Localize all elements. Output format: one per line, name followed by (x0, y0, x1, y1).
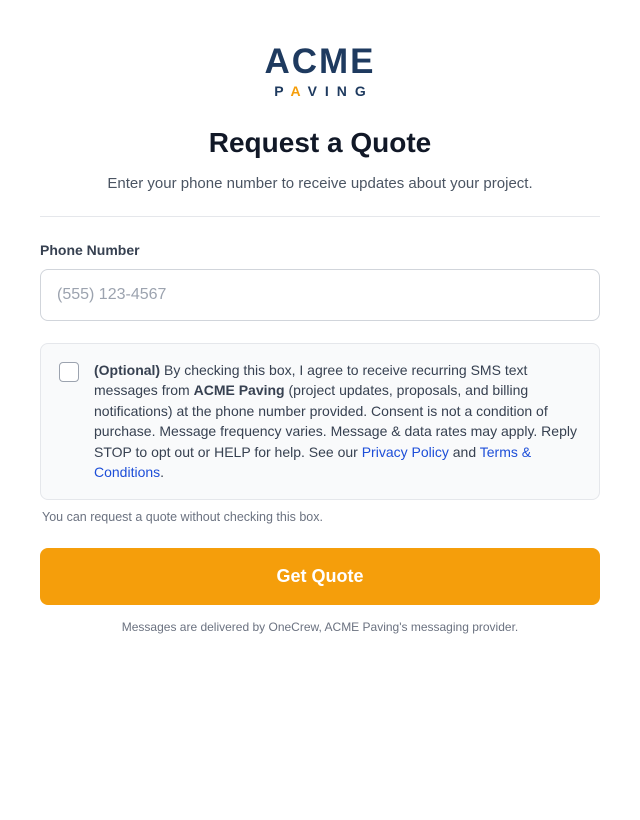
logo-subtitle: PAVING (40, 82, 600, 100)
privacy-policy-link[interactable]: Privacy Policy (362, 444, 449, 460)
sms-consent-checkbox[interactable] (59, 362, 79, 382)
logo-sub-accent: A (290, 83, 308, 99)
logo-sub-part: P (274, 83, 291, 99)
sms-consent-box: (Optional) By checking this box, I agree… (40, 343, 600, 501)
get-quote-button[interactable]: Get Quote (40, 548, 600, 606)
company-name: ACME Paving (193, 382, 285, 399)
acme-paving-logo: ACME PAVING (40, 44, 600, 100)
phone-number-label: Phone Number (40, 242, 140, 258)
page-title: Request a Quote (208, 127, 432, 158)
logo-wordmark: ACME (264, 42, 376, 81)
consent-text-part: and (448, 443, 480, 460)
consent-helper-text: You can request a quote without checking… (42, 510, 323, 525)
page-subtitle: Enter your phone number to receive updat… (107, 175, 533, 192)
logo-sub-part: VING (307, 83, 374, 99)
quote-page: ACME PAVING Request a Quote Enter your p… (40, 0, 600, 635)
divider (40, 216, 600, 217)
consent-text-part: . (160, 464, 165, 481)
sms-consent-text: (Optional) By checking this box, I agree… (94, 360, 581, 482)
optional-tag: (Optional) (94, 362, 161, 378)
messaging-provider-note: Messages are delivered by OneCrew, ACME … (121, 620, 519, 635)
phone-number-input[interactable] (40, 269, 600, 321)
